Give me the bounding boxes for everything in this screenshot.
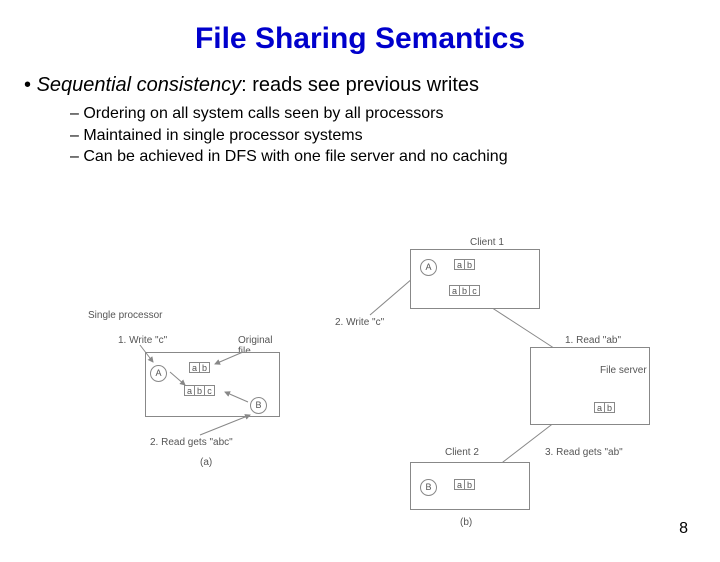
sub-bullet-2: Can be achieved in DFS with one file ser…	[70, 146, 720, 168]
diagram-area: Single processor 1. Write "c" Original f…	[0, 237, 720, 537]
bullet-main: Sequential consistency: reads see previo…	[24, 74, 720, 97]
label-caption-a: (a)	[200, 457, 212, 468]
diag-b-server-box	[530, 347, 650, 425]
diag-b-circle-a: A	[420, 259, 437, 276]
diag-b-c1-ab: ab	[455, 259, 475, 270]
bullet-main-rest: : reads see previous writes	[241, 74, 479, 96]
label-read-abc: 2. Read gets "abc"	[150, 437, 233, 448]
label-read1: 1. Read "ab"	[565, 335, 621, 346]
diag-a-circle-b: B	[250, 397, 267, 414]
diag-b-c1-abc: abc	[450, 285, 480, 296]
label-file-server: File server	[600, 365, 647, 376]
label-write-c: 1. Write "c"	[118, 335, 167, 346]
label-caption-b: (b)	[460, 517, 472, 528]
sub-bullet-1: Maintained in single processor systems	[70, 125, 720, 147]
diag-a-circle-a: A	[150, 365, 167, 382]
label-read3: 3. Read gets "ab"	[545, 447, 623, 458]
label-write2: 2. Write "c"	[335, 317, 384, 328]
diag-a-cells-ab: ab	[190, 362, 210, 373]
diag-b-circle-b: B	[420, 479, 437, 496]
diag-b-client1-box	[410, 249, 540, 309]
diag-b-server-ab: ab	[595, 402, 615, 413]
diag-a-cells-abc: abc	[185, 385, 215, 396]
sub-bullet-0: Ordering on all system calls seen by all…	[70, 103, 720, 125]
page-number: 8	[679, 520, 688, 538]
label-client1: Client 1	[470, 237, 504, 248]
label-single-processor: Single processor	[88, 310, 162, 321]
bullet-main-em: Sequential consistency	[37, 74, 242, 96]
diag-b-c2-ab: ab	[455, 479, 475, 490]
page-title: File Sharing Semantics	[0, 22, 720, 56]
label-client2: Client 2	[445, 447, 479, 458]
